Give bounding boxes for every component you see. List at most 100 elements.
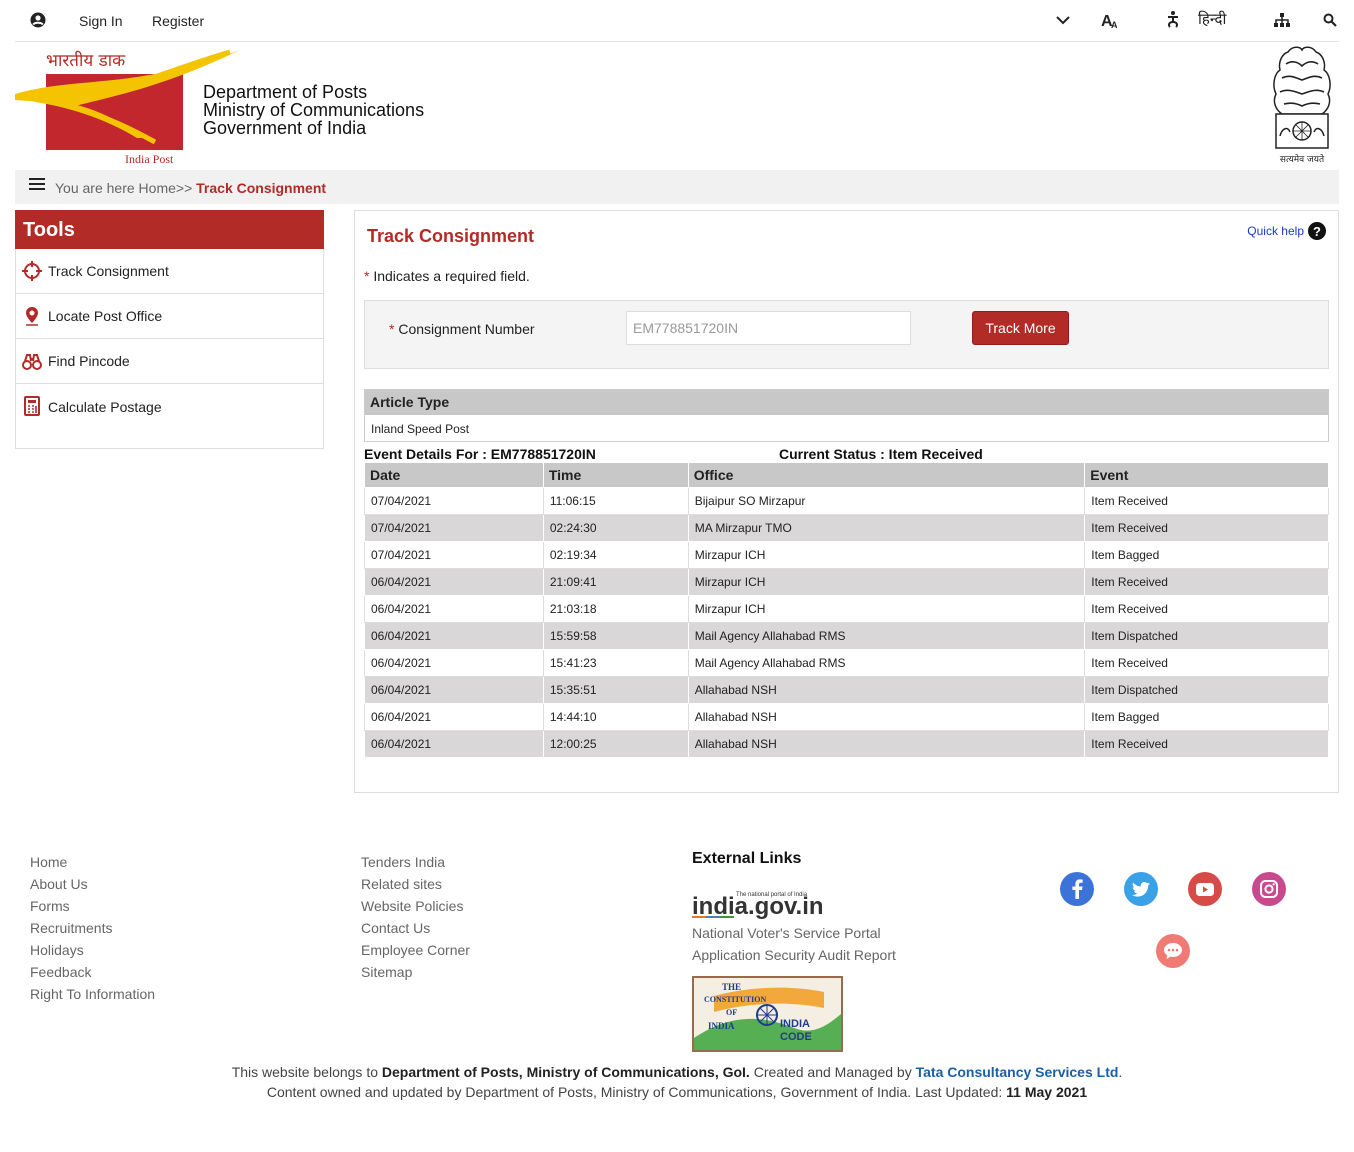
tools-sidebar: Tools Track Consignment Locate Post Offi… <box>15 210 324 449</box>
consignment-number-input[interactable]: EM778851720IN <box>626 311 911 345</box>
cell-office: Mirzapur ICH <box>687 595 1086 623</box>
chevron-down-icon[interactable] <box>1053 10 1073 30</box>
article-type-value: Inland Speed Post <box>365 415 1328 441</box>
cell-event: Item Received <box>1084 595 1329 623</box>
cell-event: Item Received <box>1084 487 1329 515</box>
user-icon[interactable] <box>30 12 46 28</box>
constitution-line-2: CONSTITUTION <box>704 995 766 1004</box>
external-links-list: National Voter's Service Portal Applicat… <box>692 922 896 966</box>
help-icon[interactable]: ? <box>1308 222 1326 240</box>
footer-link-recruitments[interactable]: Recruitments <box>30 917 155 939</box>
events-table: Date Time Office Event 07/04/2021 11:06:1… <box>364 462 1329 758</box>
quick-help-label[interactable]: Quick help <box>1247 224 1304 238</box>
footer-link-sitemap[interactable]: Sitemap <box>361 961 470 983</box>
footer-links-col-1: Home About Us Forms Recruitments Holiday… <box>30 851 155 1005</box>
cell-event: Item Bagged <box>1084 703 1329 731</box>
external-link-security-audit[interactable]: Application Security Audit Report <box>692 944 896 966</box>
cell-date: 06/04/2021 <box>364 676 544 704</box>
india-gov-text: india.gov.in <box>692 893 822 920</box>
quick-help-link[interactable]: Quick help ? <box>1247 222 1326 240</box>
footer-link-holidays[interactable]: Holidays <box>30 939 155 961</box>
hamburger-menu-icon[interactable] <box>29 178 45 192</box>
constitution-line-3: OF <box>726 1008 737 1017</box>
footer-link-contact-us[interactable]: Contact Us <box>361 917 470 939</box>
column-header-time: Time <box>542 462 689 488</box>
footer-link-forms[interactable]: Forms <box>30 895 155 917</box>
sidebar-item-calculate-postage[interactable]: Calculate Postage <box>16 384 323 429</box>
cell-office: Mirzapur ICH <box>687 541 1086 569</box>
footer-link-about-us[interactable]: About Us <box>30 873 155 895</box>
cell-office: Allahabad NSH <box>687 703 1086 731</box>
column-header-date: Date <box>364 462 544 488</box>
footer-links-col-2: Tenders India Related sites Website Poli… <box>361 851 470 983</box>
national-emblem: सत्यमेव जयते <box>1266 44 1338 166</box>
tcs-link[interactable]: Tata Consultancy Services Ltd <box>916 1064 1119 1080</box>
footer-link-website-policies[interactable]: Website Policies <box>361 895 470 917</box>
cell-date: 06/04/2021 <box>364 595 544 623</box>
track-more-button[interactable]: Track More <box>972 311 1069 345</box>
search-icon[interactable] <box>1320 10 1340 30</box>
breadcrumb-text: You are here Home>> Track Consignment <box>55 180 326 196</box>
sign-in-link[interactable]: Sign In <box>79 13 123 29</box>
constitution-line-1: THE <box>722 982 741 992</box>
cell-date: 07/04/2021 <box>364 514 544 542</box>
instagram-icon[interactable] <box>1252 872 1286 906</box>
cell-time: 15:35:51 <box>542 676 689 704</box>
sidebar-item-locate-post-office[interactable]: Locate Post Office <box>16 294 323 339</box>
register-link[interactable]: Register <box>152 13 204 29</box>
cell-time: 15:59:58 <box>542 622 689 650</box>
dept-line-2: Ministry of Communications <box>203 100 425 120</box>
current-status: Current Status : Item Received <box>779 446 983 462</box>
font-size-icon[interactable]: AA <box>1100 10 1120 30</box>
column-header-office: Office <box>687 462 1086 488</box>
map-pin-icon <box>26 307 38 326</box>
cell-event: Item Bagged <box>1084 541 1329 569</box>
logo-hindi-text: भारतीय डाक <box>46 50 126 71</box>
footer-link-feedback[interactable]: Feedback <box>30 961 155 983</box>
tracking-form: * Consignment Number EM778851720IN Track… <box>364 300 1329 369</box>
article-type-box: Article Type Inland Speed Post <box>364 389 1329 442</box>
last-updated-notice: Content owned and updated by Department … <box>0 1084 1354 1100</box>
cell-date: 07/04/2021 <box>364 487 544 515</box>
cell-time: 21:09:41 <box>542 568 689 596</box>
cell-office: Bijaipur SO Mirzapur <box>687 487 1086 515</box>
hindi-language-link[interactable]: हिन्दी <box>1198 9 1226 29</box>
last-updated-date: 11 May 2021 <box>1006 1084 1088 1100</box>
table-row: 06/04/2021 21:03:18 Mirzapur ICH Item Recei… <box>364 595 1329 623</box>
chat-icon[interactable] <box>1156 934 1190 968</box>
cell-date: 06/04/2021 <box>364 649 544 677</box>
event-details-heading: Event Details For : EM778851720IN <box>364 446 596 462</box>
sidebar-item-label: Find Pincode <box>48 353 130 369</box>
accessibility-icon[interactable] <box>1163 10 1183 30</box>
facebook-icon[interactable] <box>1060 872 1094 906</box>
track-consignment-panel: Track Consignment Quick help ? * Indicat… <box>354 210 1339 793</box>
cell-date: 06/04/2021 <box>364 730 544 758</box>
external-link-voters-portal[interactable]: National Voter's Service Portal <box>692 922 896 944</box>
table-row: 06/04/2021 21:09:41 Mirzapur ICH Item Recei… <box>364 568 1329 596</box>
cell-event: Item Dispatched <box>1084 676 1329 704</box>
cell-office: Mail Agency Allahabad RMS <box>687 649 1086 677</box>
footer-link-rti[interactable]: Right To Information <box>30 983 155 1005</box>
sidebar-item-label: Calculate Postage <box>48 398 162 415</box>
copy-text-2: Created and Managed by <box>749 1064 916 1080</box>
required-note: * Indicates a required field. <box>364 268 530 284</box>
india-gov-logo[interactable]: The national portal of India india.gov.i… <box>692 888 824 920</box>
twitter-icon[interactable] <box>1124 872 1158 906</box>
consignment-label: * Consignment Number <box>389 321 535 337</box>
youtube-icon[interactable] <box>1188 872 1222 906</box>
footer-link-employee-corner[interactable]: Employee Corner <box>361 939 470 961</box>
sitemap-icon[interactable] <box>1272 10 1292 30</box>
sidebar-item-track-consignment[interactable]: Track Consignment <box>16 249 323 294</box>
table-row: 06/04/2021 14:44:10 Allahabad NSH Item Bagg… <box>364 703 1329 731</box>
breadcrumb-prefix[interactable]: You are here Home>> <box>55 180 196 196</box>
constitution-india-code-logo[interactable]: THE CONSTITUTION OF INDIA INDIA CODE <box>692 976 843 1052</box>
logo-caption: India Post <box>125 152 174 166</box>
cell-office: Mail Agency Allahabad RMS <box>687 622 1086 650</box>
footer-link-related-sites[interactable]: Related sites <box>361 873 470 895</box>
calculator-icon <box>24 396 40 416</box>
footer-link-home[interactable]: Home <box>30 851 155 873</box>
sidebar-item-find-pincode[interactable]: Find Pincode <box>16 339 323 384</box>
cell-event: Item Received <box>1084 730 1329 758</box>
cell-office: Allahabad NSH <box>687 730 1086 758</box>
footer-link-tenders[interactable]: Tenders India <box>361 851 470 873</box>
